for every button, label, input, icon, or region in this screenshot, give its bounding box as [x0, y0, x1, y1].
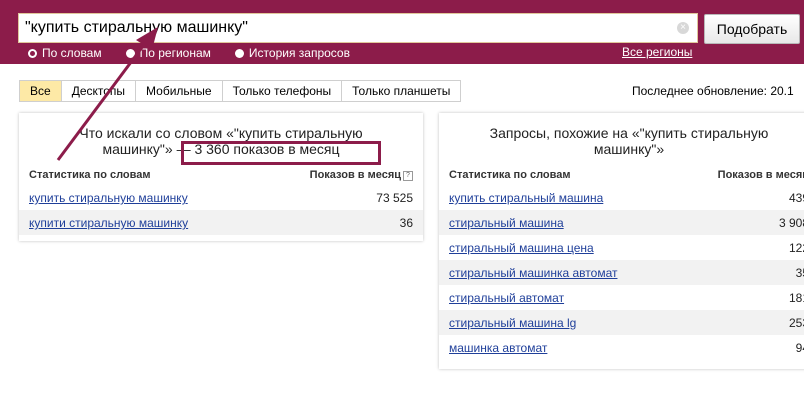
annotation-arrow [56, 27, 158, 161]
arrow-head-icon [136, 27, 158, 50]
arrow-shaft [56, 41, 148, 161]
